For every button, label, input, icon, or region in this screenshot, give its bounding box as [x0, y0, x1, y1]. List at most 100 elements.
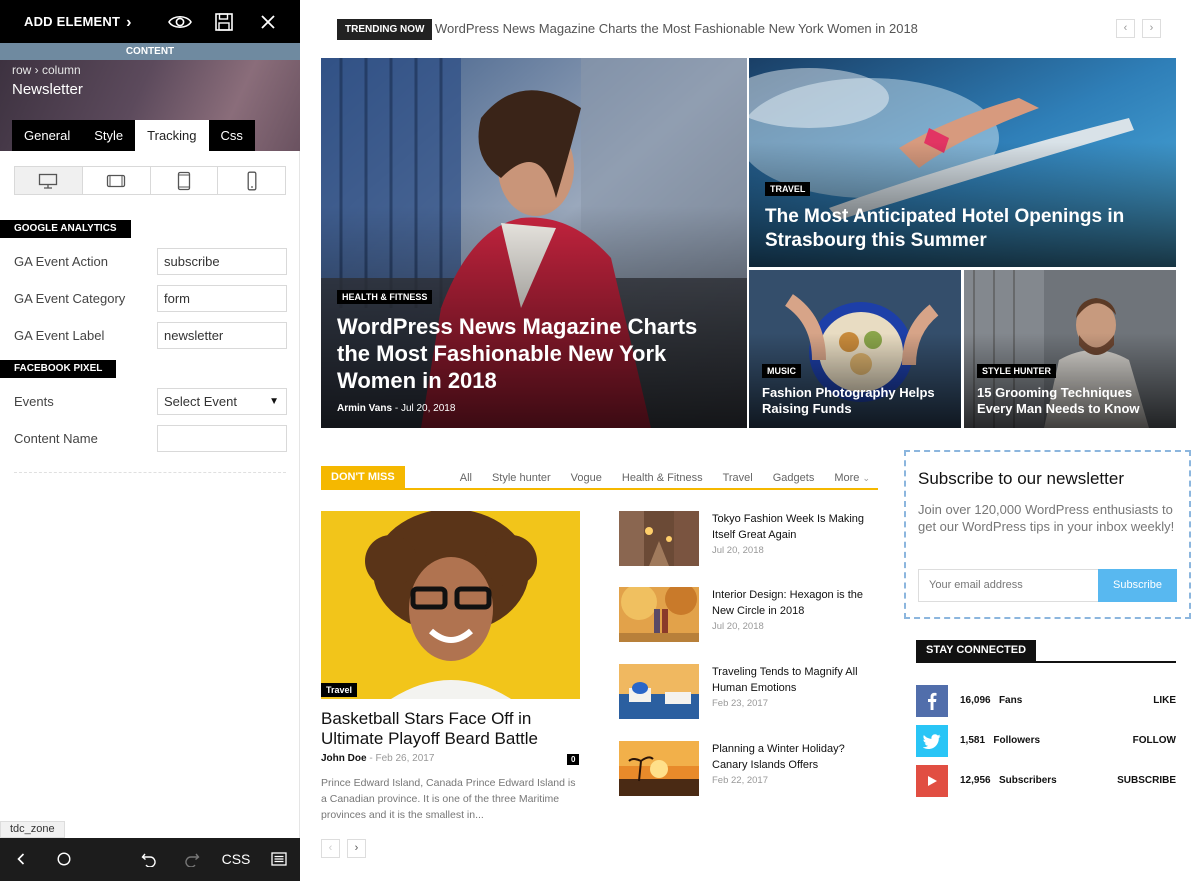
santorini-image: [619, 664, 699, 719]
tab-tracking[interactable]: Tracking: [135, 120, 209, 151]
trending-next-button[interactable]: ›: [1142, 19, 1161, 38]
filter-style-hunter[interactable]: Style hunter: [492, 472, 551, 484]
list-item-title[interactable]: Tokyo Fashion Week Is Making Itself Grea…: [712, 511, 872, 543]
filter-health-fitness[interactable]: Health & Fitness: [622, 472, 703, 484]
twitter-follow-button[interactable]: FOLLOW: [1133, 735, 1176, 746]
list-item-thumb[interactable]: [619, 511, 699, 566]
tablet-landscape-icon: [106, 174, 126, 187]
redo-icon[interactable]: [183, 849, 201, 869]
list-item-date: Feb 23, 2017: [712, 698, 768, 709]
bottom-left-caption: MUSIC Fashion Photography Helps Raising …: [762, 361, 945, 417]
desktop-view-button[interactable]: [15, 167, 83, 194]
top-right-caption: TRAVEL The Most Anticipated Hotel Openin…: [765, 179, 1160, 253]
social-row-twitter[interactable]: 1,581 Followers FOLLOW: [916, 725, 1176, 757]
featured-post-meta: John Doe - Feb 26, 2017: [321, 753, 434, 764]
newsletter-email-input[interactable]: Your email address: [918, 569, 1099, 602]
list-item-thumb[interactable]: [619, 587, 699, 642]
filter-vogue[interactable]: Vogue: [571, 472, 602, 484]
tab-style[interactable]: Style: [82, 120, 136, 151]
fb-events-select[interactable]: Select Event ▼: [157, 388, 287, 415]
list-item[interactable]: Interior Design: Hexagon is the New Circ…: [619, 587, 879, 643]
bottom-left-title[interactable]: Fashion Photography Helps Raising Funds: [762, 385, 945, 417]
ga-event-label-field[interactable]: newsletter: [157, 322, 287, 349]
newsletter-description: Join over 120,000 WordPress enthusiasts …: [918, 502, 1175, 534]
fb-content-name-field[interactable]: [157, 425, 287, 452]
trending-headline[interactable]: WordPress News Magazine Charts the Most …: [435, 21, 918, 36]
featured-post-date: Feb 26, 2017: [375, 753, 435, 764]
facebook-like-button[interactable]: LIKE: [1153, 695, 1176, 706]
list-item-thumb[interactable]: [619, 664, 699, 719]
autumn-couple-image: [619, 587, 699, 642]
tab-css[interactable]: Css: [208, 120, 255, 151]
filter-gadgets[interactable]: Gadgets: [773, 472, 815, 484]
dont-miss-prev-button[interactable]: ‹: [321, 839, 340, 858]
breadcrumb[interactable]: row › column: [12, 63, 81, 77]
meta-separator: -: [369, 753, 373, 764]
trending-prev-button[interactable]: ‹: [1116, 19, 1135, 38]
top-right-category[interactable]: TRAVEL: [765, 182, 811, 196]
list-item-thumb[interactable]: [619, 741, 699, 796]
bottom-right-category[interactable]: STYLE HUNTER: [977, 364, 1057, 378]
dont-miss-label: DON'T MISS: [321, 466, 405, 488]
save-icon[interactable]: [212, 10, 236, 34]
add-element-button[interactable]: ADD ELEMENT ›: [24, 13, 132, 31]
ga-event-action-field[interactable]: subscribe: [157, 248, 287, 275]
grid-main-post[interactable]: HEALTH & FITNESS WordPress News Magazine…: [321, 58, 747, 428]
tablet-portrait-view-button[interactable]: [151, 167, 219, 194]
featured-post-author[interactable]: John Doe: [321, 753, 367, 764]
main-post-category[interactable]: HEALTH & FITNESS: [337, 290, 433, 304]
main-post-author[interactable]: Armin Vans: [337, 403, 392, 414]
main-post-caption: HEALTH & FITNESS WordPress News Magazine…: [337, 287, 731, 414]
tablet-landscape-view-button[interactable]: [83, 167, 151, 194]
filter-travel[interactable]: Travel: [723, 472, 753, 484]
undo-icon[interactable]: [140, 849, 158, 869]
css-button[interactable]: CSS: [222, 849, 251, 869]
comment-count-badge[interactable]: 0: [567, 754, 580, 765]
facebook-pixel-heading: FACEBOOK PIXEL: [0, 360, 117, 378]
newsletter-title: Subscribe to our newsletter: [918, 469, 1124, 488]
filter-all[interactable]: All: [460, 472, 472, 484]
top-right-title[interactable]: The Most Anticipated Hotel Openings in S…: [765, 205, 1160, 253]
list-item-date: Jul 20, 2018: [712, 545, 764, 556]
circle-icon[interactable]: [56, 849, 72, 869]
list-item-title[interactable]: Traveling Tends to Magnify All Human Emo…: [712, 664, 872, 696]
phone-view-button[interactable]: [218, 167, 285, 194]
social-row-facebook[interactable]: 16,096 Fans LIKE: [916, 685, 1176, 717]
newsletter-subscribe-button[interactable]: Subscribe: [1098, 569, 1177, 602]
preview-eye-icon[interactable]: [168, 10, 192, 34]
fb-content-name-row: Content Name: [14, 425, 287, 452]
grid-bottom-left-post[interactable]: MUSIC Fashion Photography Helps Raising …: [749, 270, 961, 428]
facebook-icon[interactable]: [916, 685, 948, 717]
filter-more[interactable]: More ⌄: [834, 472, 870, 484]
youtube-subscribe-button[interactable]: SUBSCRIBE: [1117, 775, 1176, 786]
ga-event-category-field[interactable]: form: [157, 285, 287, 312]
twitter-icon[interactable]: [916, 725, 948, 757]
ga-event-category-label: GA Event Category: [14, 291, 126, 306]
trending-label: TRENDING NOW: [337, 19, 433, 40]
bottom-right-title[interactable]: 15 Grooming Techniques Every Man Needs t…: [977, 385, 1160, 417]
list-item-title[interactable]: Interior Design: Hexagon is the New Circ…: [712, 587, 872, 619]
featured-post-title[interactable]: Basketball Stars Face Off in Ultimate Pl…: [321, 709, 581, 749]
list-item[interactable]: Planning a Winter Holiday? Canary Island…: [619, 741, 879, 797]
featured-post-category[interactable]: Travel: [321, 683, 358, 697]
youtube-icon[interactable]: [916, 765, 948, 797]
content-strip: CONTENT: [0, 43, 300, 60]
dont-miss-filters: All Style hunter Vogue Health & Fitness …: [460, 472, 870, 484]
bottom-left-category[interactable]: MUSIC: [762, 364, 801, 378]
back-icon[interactable]: [14, 849, 28, 869]
newsletter-block[interactable]: Subscribe to our newsletter Join over 12…: [904, 450, 1191, 619]
list-item[interactable]: Traveling Tends to Magnify All Human Emo…: [619, 664, 879, 720]
dont-miss-next-button[interactable]: ›: [347, 839, 366, 858]
panel-divider: [14, 472, 286, 473]
list-item-title[interactable]: Planning a Winter Holiday? Canary Island…: [712, 741, 872, 773]
close-icon[interactable]: [256, 10, 280, 34]
stay-connected-header: STAY CONNECTED: [916, 640, 1176, 663]
grid-bottom-right-post[interactable]: STYLE HUNTER 15 Grooming Techniques Ever…: [964, 270, 1176, 428]
featured-post-image[interactable]: Travel: [321, 511, 580, 699]
tab-general[interactable]: General: [12, 120, 83, 151]
social-row-youtube[interactable]: 12,956 Subscribers SUBSCRIBE: [916, 765, 1176, 797]
layers-icon[interactable]: [270, 849, 288, 869]
grid-top-right-post[interactable]: TRAVEL The Most Anticipated Hotel Openin…: [749, 58, 1176, 267]
list-item[interactable]: Tokyo Fashion Week Is Making Itself Grea…: [619, 511, 879, 567]
main-post-title[interactable]: WordPress News Magazine Charts the Most …: [337, 313, 731, 394]
